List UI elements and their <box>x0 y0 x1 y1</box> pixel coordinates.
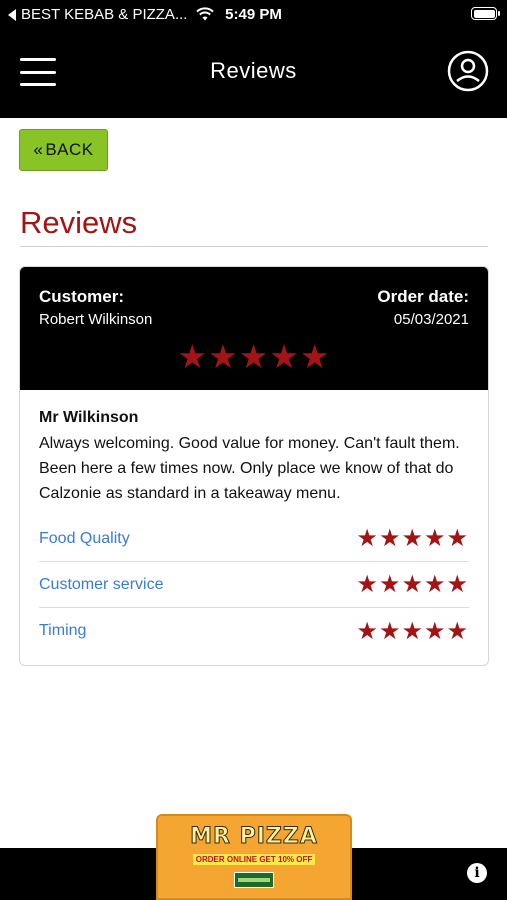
review-card-header: Customer: Robert Wilkinson Order date: 0… <box>20 267 488 390</box>
customer-name: Robert Wilkinson <box>39 311 153 328</box>
rating-row-customer-service: Customer service ★★★★★ <box>39 562 469 608</box>
order-date-label: Order date: <box>377 287 469 306</box>
page-title: Reviews <box>20 205 138 240</box>
battery-icon <box>471 7 500 20</box>
rating-row-food-quality: Food Quality ★★★★★ <box>39 516 469 562</box>
promo-banner[interactable]: MR PIZZA ORDER ONLINE GET 10% OFF <box>156 814 352 900</box>
rating-stars-food-quality: ★★★★★ <box>356 525 469 552</box>
status-time: 5:49 PM <box>225 6 282 23</box>
rating-stars-timing: ★★★★★ <box>356 617 469 645</box>
back-button-label: BACK <box>45 140 94 159</box>
rating-label-customer-service[interactable]: Customer service <box>39 576 163 594</box>
order-date-value: 05/03/2021 <box>393 311 469 328</box>
title-divider <box>20 246 488 247</box>
promo-text: ORDER ONLINE GET 10% OFF <box>192 854 316 865</box>
review-title: Mr Wilkinson <box>39 409 139 426</box>
status-bar: BEST KEBAB & PIZZA... 5:49 PM <box>0 0 507 30</box>
back-button[interactable]: « BACK <box>19 129 108 171</box>
double-chevron-left-icon: « <box>33 140 44 159</box>
rating-stars-customer-service: ★★★★★ <box>356 571 469 598</box>
overall-rating-stars: ★★★★★ <box>177 338 331 375</box>
review-body: Always welcoming. Good value for money. … <box>39 435 460 502</box>
info-icon[interactable]: i <box>467 863 487 883</box>
rating-row-timing: Timing ★★★★★ <box>39 608 469 654</box>
customer-label: Customer: <box>39 287 125 306</box>
promo-rating-badge-icon <box>234 872 274 888</box>
rating-label-food-quality[interactable]: Food Quality <box>39 530 130 548</box>
profile-icon[interactable] <box>447 50 489 92</box>
app-header: Reviews <box>0 30 507 118</box>
rating-label-timing[interactable]: Timing <box>39 622 86 640</box>
header-title: Reviews <box>210 58 297 83</box>
promo-logo: MR PIZZA <box>190 824 318 850</box>
review-card: Customer: Robert Wilkinson Order date: 0… <box>19 266 489 666</box>
